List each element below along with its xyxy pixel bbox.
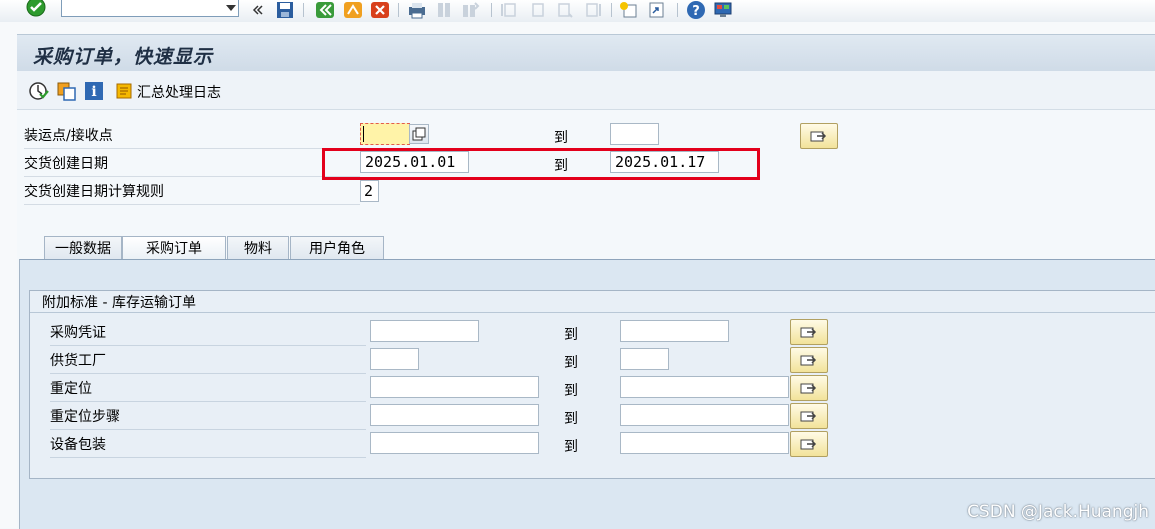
find-icon[interactable] [434, 1, 454, 19]
tab-material[interactable]: 物料 [227, 236, 289, 260]
purchasing-doc-more-button[interactable] [790, 319, 828, 345]
equipment-packaging-to-input[interactable] [620, 432, 789, 454]
command-field[interactable] [61, 0, 239, 17]
relocation-step-more-button[interactable] [790, 403, 828, 429]
back-icon[interactable] [314, 1, 336, 19]
page-title: 采购订单，快速显示 [33, 46, 214, 68]
equipment-packaging-label: 设备包装 [50, 433, 366, 458]
collapse-icon[interactable] [250, 1, 264, 19]
relocation-label: 重定位 [50, 377, 366, 402]
exit-icon[interactable] [342, 1, 364, 19]
shipping-point-to-input[interactable] [610, 123, 659, 145]
relocation-to-input[interactable] [620, 376, 789, 398]
multiple-selection-icon[interactable] [409, 124, 429, 144]
relocation-step-label: 重定位步骤 [50, 405, 366, 430]
next-page-icon[interactable] [554, 1, 576, 19]
title-bar: 采购订单，快速显示 [17, 34, 1155, 72]
arrow-right-icon [800, 383, 817, 394]
new-session-icon[interactable] [618, 1, 640, 19]
print-icon[interactable] [406, 1, 428, 19]
relocation-step-from-input[interactable] [370, 404, 539, 426]
delivery-creation-date-label: 交货创建日期 [24, 152, 360, 177]
cancel-icon[interactable] [369, 1, 391, 19]
application-toolbar: i 汇总处理日志 [17, 71, 1155, 110]
shipping-point-to-label: 到 [554, 130, 568, 146]
tab-purchase-order[interactable]: 采购订单 [122, 236, 226, 260]
additional-criteria-group: 附加标准 - 库存运输订单 采购凭证 到 供货工厂 到 重定位 到 重定位步骤 … [29, 290, 1155, 479]
supplying-plant-to-label: 到 [564, 355, 578, 371]
date-calc-rule-input[interactable]: 2 [360, 180, 379, 202]
arrow-right-icon [800, 411, 817, 422]
save-icon[interactable] [275, 1, 295, 19]
shipping-point-from-input[interactable] [360, 123, 410, 145]
highlight-box [322, 148, 760, 180]
system-toolbar: ? [0, 0, 1155, 23]
enter-check-icon[interactable] [24, 0, 48, 17]
svg-text:?: ? [692, 4, 700, 19]
supplying-plant-to-input[interactable] [620, 348, 669, 370]
find-next-icon[interactable] [460, 1, 482, 19]
svg-text:i: i [91, 84, 96, 100]
text-cursor [363, 126, 364, 142]
window-frame-top [17, 22, 1155, 34]
info-icon[interactable]: i [84, 81, 103, 100]
supplying-plant-label: 供货工厂 [50, 349, 366, 374]
relocation-from-input[interactable] [370, 376, 539, 398]
window-frame-left [0, 22, 18, 528]
relocation-to-label: 到 [564, 383, 578, 399]
equipment-packaging-more-button[interactable] [790, 431, 828, 457]
command-dropdown-icon[interactable] [226, 5, 236, 11]
watermark: CSDN @Jack.Huangjh [967, 502, 1149, 522]
execute-icon[interactable] [29, 81, 49, 100]
arrow-right-icon [800, 355, 817, 366]
relocation-step-to-label: 到 [564, 411, 578, 427]
purchasing-doc-to-label: 到 [564, 327, 578, 343]
last-page-icon[interactable] [582, 1, 604, 19]
help-icon[interactable]: ? [685, 1, 707, 19]
relocation-more-button[interactable] [790, 375, 828, 401]
purchasing-doc-label: 采购凭证 [50, 321, 366, 346]
tab-user-role[interactable]: 用户角色 [290, 236, 384, 260]
shipping-point-more-button[interactable] [800, 123, 838, 149]
supplying-plant-from-input[interactable] [370, 348, 419, 370]
relocation-step-to-input[interactable] [620, 404, 789, 426]
log-scroll-icon[interactable] [114, 81, 132, 99]
tab-general-data[interactable]: 一般数据 [44, 236, 122, 260]
arrow-right-icon [810, 131, 827, 142]
supplying-plant-more-button[interactable] [790, 347, 828, 373]
shipping-point-label: 装运点/接收点 [24, 124, 360, 149]
layout-icon[interactable] [712, 1, 734, 19]
variant-icon[interactable] [57, 81, 76, 101]
equipment-packaging-from-input[interactable] [370, 432, 539, 454]
summary-log-button[interactable]: 汇总处理日志 [137, 82, 221, 102]
group-divider [30, 312, 1155, 313]
first-page-icon[interactable] [498, 1, 520, 19]
purchasing-doc-from-input[interactable] [370, 320, 479, 342]
purchasing-doc-to-input[interactable] [620, 320, 729, 342]
prev-page-icon[interactable] [526, 1, 548, 19]
arrow-right-icon [800, 327, 817, 338]
shortcut-icon[interactable] [646, 1, 668, 19]
date-calc-rule-label: 交货创建日期计算规则 [24, 180, 360, 205]
equipment-packaging-to-label: 到 [564, 439, 578, 455]
group-title: 附加标准 - 库存运输订单 [42, 295, 196, 311]
arrow-right-icon [800, 439, 817, 450]
